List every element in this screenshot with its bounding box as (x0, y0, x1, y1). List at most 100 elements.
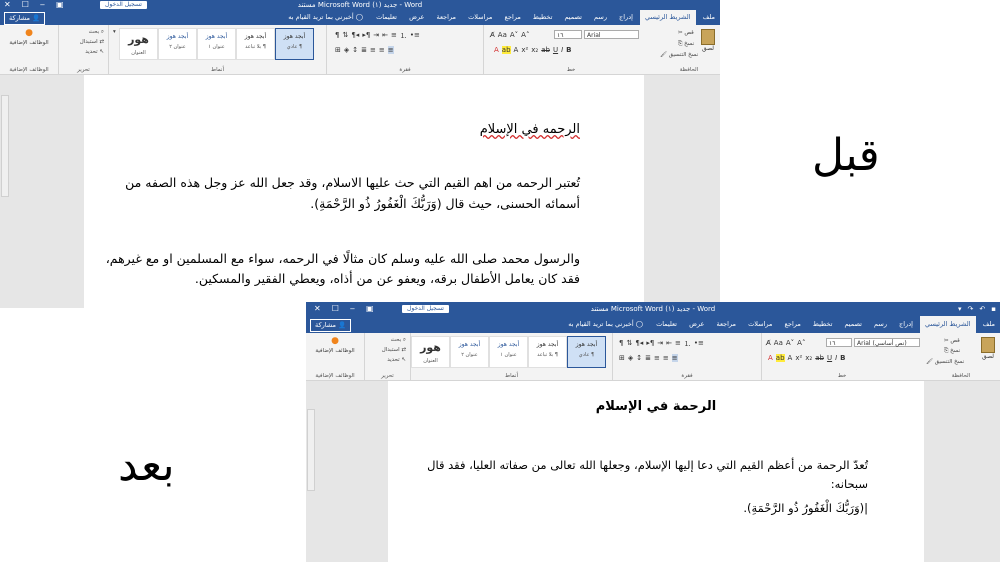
font-name-box[interactable]: Arial (نص أساسي) (854, 338, 920, 347)
superscript-icon[interactable]: x² (521, 46, 528, 54)
tab-insert[interactable]: إدراج (894, 316, 918, 333)
grow-font-icon[interactable]: A˄ (797, 339, 805, 347)
text-effects-icon[interactable]: A (514, 46, 519, 54)
paste-button[interactable]: لصق (700, 29, 716, 59)
minimize-icon[interactable]: ‒ (40, 0, 45, 10)
tab-layout[interactable]: تخطيط (808, 316, 837, 333)
justify-icon[interactable]: ≣ (645, 354, 651, 362)
style-no-spacing[interactable]: أبجد هوز ¶ بلا تباعد (236, 28, 275, 60)
format-painter-button[interactable]: 🖌 نسخ التنسيق (926, 359, 964, 365)
change-case-icon[interactable]: Aa (498, 31, 507, 39)
close-icon[interactable]: ✕ (4, 0, 11, 10)
replace-button[interactable]: ⇄ استبدال (382, 347, 406, 353)
outdent-icon[interactable]: ⇤ (382, 31, 388, 41)
center-icon[interactable]: ≡ (379, 46, 385, 54)
ltr-icon[interactable]: ▸¶ (362, 31, 370, 41)
font-name-box[interactable]: Arial (584, 30, 639, 39)
shading-icon[interactable]: ◈ (628, 354, 633, 362)
line-spacing-icon[interactable]: ↕ (352, 46, 358, 54)
document-page[interactable]: الرحمه في الإسلام تُعتبر الرحمه من اهم ا… (84, 75, 644, 308)
text-effects-icon[interactable]: A (788, 354, 793, 362)
styles-more-icon[interactable]: ▾ (113, 29, 116, 35)
redo-icon[interactable]: ↷ (968, 302, 974, 316)
tab-view[interactable]: عرض (404, 10, 429, 25)
paragraph-1-line-3[interactable]: |(وَرَبُّكَ الْغَفُورُ ذُو الرَّحْمَةِ). (743, 501, 868, 515)
style-no-spacing[interactable]: أبجد هوز ¶ بلا تباعد (528, 336, 567, 368)
font-size-box[interactable]: ١٦ (554, 30, 582, 39)
grow-font-icon[interactable]: A˄ (521, 31, 529, 39)
italic-icon[interactable]: I (561, 46, 563, 54)
style-heading-2[interactable]: أبجد هوز عنوان ٢ (450, 336, 489, 368)
clear-format-icon[interactable]: A̸ (490, 31, 495, 39)
addins-button[interactable]: الوظائف الإضافية (6, 40, 52, 46)
ltr-icon[interactable]: ▸¶ (646, 339, 654, 349)
tab-review[interactable]: مراجعة (711, 316, 741, 333)
align-left-icon[interactable]: ≡ (370, 46, 376, 54)
sort-icon[interactable]: ⇅ (342, 31, 348, 41)
multilevel-list-icon[interactable]: ≡ (675, 339, 681, 349)
tab-layout[interactable]: تخطيط (528, 10, 557, 25)
tab-mailings[interactable]: مراسلات (463, 10, 497, 25)
tab-file[interactable]: ملف (698, 10, 720, 25)
rtl-icon[interactable]: ¶◂ (351, 31, 359, 41)
shrink-font-icon[interactable]: A˅ (786, 339, 794, 347)
vertical-scrollbar[interactable] (307, 409, 315, 491)
bullets-icon[interactable]: •≡ (410, 31, 420, 41)
select-button[interactable]: ↖ تحديد (85, 49, 104, 55)
center-icon[interactable]: ≡ (663, 354, 669, 362)
tab-insert[interactable]: إدراج (614, 10, 638, 25)
find-button[interactable]: ⌕ بحث (391, 337, 406, 344)
superscript-icon[interactable]: x² (795, 354, 802, 362)
tab-help[interactable]: تعليمات (651, 316, 682, 333)
addins-button[interactable]: الوظائف الإضافية (312, 348, 358, 354)
style-heading-2[interactable]: أبجد هوز عنوان ٢ (158, 28, 197, 60)
replace-button[interactable]: ⇄ استبدال (80, 39, 104, 45)
subscript-icon[interactable]: x₂ (531, 46, 538, 54)
multilevel-list-icon[interactable]: ≡ (391, 31, 397, 41)
undo-icon[interactable]: ↶ (979, 302, 985, 316)
align-left-icon[interactable]: ≡ (654, 354, 660, 362)
align-right-icon[interactable]: ≡ (671, 354, 678, 362)
cut-button[interactable]: ✂ قص (944, 338, 960, 344)
signin-button[interactable]: تسجيل الدخول (100, 1, 147, 9)
line-spacing-icon[interactable]: ↕ (636, 354, 642, 362)
paragraph-1-line-1[interactable]: تُعتبر الرحمه من اهم القيم التي حث عليها… (100, 175, 580, 190)
maximize-icon[interactable]: ☐ (332, 302, 339, 316)
tell-me-search[interactable]: ◯ أخبرني بما تريد القيام به (282, 10, 369, 25)
tab-mailings[interactable]: مراسلات (743, 316, 777, 333)
show-marks-icon[interactable]: ¶ (335, 31, 339, 41)
sort-icon[interactable]: ⇅ (626, 339, 632, 349)
underline-icon[interactable]: U (827, 354, 832, 362)
strikethrough-icon[interactable]: ab (541, 46, 550, 54)
document-title-text[interactable]: الرحمة في الإسلام (388, 399, 924, 414)
style-normal[interactable]: أبجد هوز ¶ عادي (275, 28, 314, 60)
share-button[interactable]: 👤 مشاركة (4, 12, 46, 25)
paste-button[interactable]: لصق (980, 337, 996, 367)
shading-icon[interactable]: ◈ (344, 46, 349, 54)
highlight-icon[interactable]: ab (501, 46, 511, 54)
vertical-scrollbar[interactable] (1, 95, 9, 197)
save-icon[interactable]: ▪ (991, 302, 996, 316)
paragraph-1-line-1[interactable]: تُعدّ الرحمة من أعظم القيم التي دعا إليه… (427, 458, 868, 472)
tab-draw[interactable]: رسم (869, 316, 892, 333)
customize-qat-icon[interactable]: ▾ (958, 302, 962, 316)
bold-icon[interactable]: B (840, 354, 845, 362)
tab-design[interactable]: تصميم (839, 316, 867, 333)
copy-button[interactable]: ⎘ نسخ (944, 348, 960, 355)
style-title[interactable]: هور العنوان (119, 28, 158, 60)
change-case-icon[interactable]: Aa (774, 339, 783, 347)
signin-button[interactable]: تسجيل الدخول (402, 305, 449, 313)
numbering-icon[interactable]: ⒈ (400, 31, 407, 41)
strikethrough-icon[interactable]: ab (815, 354, 824, 362)
font-color-icon[interactable]: A (768, 354, 773, 362)
tab-home[interactable]: الشريط الرئيسي (919, 316, 976, 333)
select-button[interactable]: ↖ تحديد (387, 357, 406, 363)
maximize-icon[interactable]: ☐ (22, 0, 29, 10)
document-page[interactable]: الرحمة في الإسلام تُعدّ الرحمة من أعظم ا… (388, 381, 924, 562)
ribbon-display-icon[interactable]: ▣ (56, 0, 64, 10)
borders-icon[interactable]: ⊞ (335, 46, 341, 54)
clear-format-icon[interactable]: A̸ (766, 339, 771, 347)
share-button[interactable]: 👤 مشاركة (310, 319, 352, 332)
paragraph-1-line-2[interactable]: أسمائه الحسنى، حيث قال (وَرَبُّكَ الْغَف… (310, 196, 580, 211)
font-size-box[interactable]: ١٦ (826, 338, 852, 347)
